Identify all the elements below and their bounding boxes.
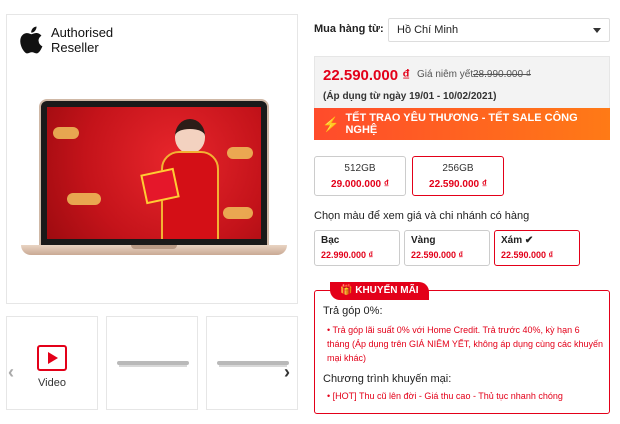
product-page: Authorised Reseller Video ‹ › Mua hàng t… <box>0 0 620 424</box>
laptop-lid <box>39 99 269 247</box>
color-option-gold[interactable]: Vàng 22.590.000 ₫ <box>404 230 490 266</box>
option-name: 512GB <box>344 163 376 174</box>
cloud-decoration <box>53 127 79 139</box>
promo-tradein-detail[interactable]: • [HOT] Thu cũ lên đời - Giá thu cao - T… <box>327 391 563 401</box>
price-box: 22.590.000 ₫ Giá niêm yết : 28.990.000 ₫… <box>314 56 610 108</box>
sale-price: 22.590.000 ₫ <box>323 67 410 84</box>
promo-heading-installment: Trả góp 0%: <box>323 305 383 317</box>
reseller-line-1: Authorised <box>51 25 114 40</box>
laptop-side-image <box>217 361 289 367</box>
video-label: Video <box>38 377 66 389</box>
model-head <box>175 119 205 153</box>
main-product-image[interactable]: Authorised Reseller <box>6 14 298 304</box>
color-select-label: Chọn màu để xem giá và chi nhánh có hàng <box>314 210 530 222</box>
color-option-silver[interactable]: Bạc 22.990.000 ₫ <box>314 230 400 266</box>
color-name: Bạc <box>321 235 340 246</box>
chevron-right-icon[interactable]: › <box>284 362 290 383</box>
color-name: Xám ✔ <box>501 235 534 246</box>
promotion-box: Trả góp 0%: • Trả góp lãi suất 0% với Ho… <box>314 290 610 414</box>
chevron-down-icon <box>593 28 601 33</box>
laptop-screen-wallpaper <box>47 107 261 239</box>
laptop-side-image <box>117 361 189 367</box>
macbook-laptop-image <box>21 99 287 263</box>
reseller-line-2: Reseller <box>51 40 99 55</box>
price-apply-note: (Áp dụng từ ngày 19/01 - 10/02/2021) <box>323 91 497 102</box>
color-option-gray[interactable]: Xám ✔ 22.590.000 ₫ <box>494 230 580 266</box>
thumbnail-side-view-1[interactable] <box>106 316 198 410</box>
storage-option-256gb[interactable]: 256GB 22.590.000 ₫ <box>412 156 504 196</box>
tet-sale-banner[interactable]: ⚡ TẾT TRAO YÊU THƯƠNG - TẾT SALE CÔNG NG… <box>314 108 610 140</box>
store-label: Mua hàng từ: <box>314 23 384 35</box>
cloud-decoration <box>227 147 253 159</box>
cloud-decoration <box>67 193 101 205</box>
tet-banner-text: TẾT TRAO YÊU THƯƠNG - TẾT SALE CÔNG NGHỆ <box>345 112 578 136</box>
store-select[interactable]: Hồ Chí Minh <box>388 18 610 42</box>
promotion-tab: 🎁 KHUYẾN MÃI <box>330 282 429 300</box>
color-price: 22.590.000 ₫ <box>501 250 554 260</box>
store-select-value: Hồ Chí Minh <box>397 24 459 36</box>
option-price: 29.000.000 ₫ <box>331 179 389 190</box>
color-name: Vàng <box>411 235 436 246</box>
apple-logo-icon <box>20 26 43 54</box>
color-price: 22.590.000 ₫ <box>411 250 464 260</box>
apple-authorised-reseller-badge: Authorised Reseller <box>17 25 113 55</box>
storage-option-512gb[interactable]: 512GB 29.000.000 ₫ <box>314 156 406 196</box>
color-price: 22.990.000 ₫ <box>321 250 374 260</box>
laptop-notch <box>131 245 177 249</box>
video-play-icon <box>37 345 67 371</box>
promo-installment-detail[interactable]: • Trả góp lãi suất 0% với Home Credit. T… <box>327 323 603 365</box>
reseller-text: Authorised Reseller <box>51 25 113 55</box>
list-price: 28.990.000 ₫ <box>473 69 531 80</box>
list-price-label: Giá niêm yết : <box>417 69 479 80</box>
option-name: 256GB <box>442 163 474 174</box>
thumbnail-video[interactable]: Video <box>6 316 98 410</box>
store-select-row: Mua hàng từ: Hồ Chí Minh <box>314 18 610 42</box>
cloud-decoration <box>223 207 253 219</box>
lightning-icon: ⚡ <box>322 115 340 132</box>
option-price: 22.590.000 ₫ <box>429 179 487 190</box>
chevron-left-icon[interactable]: ‹ <box>8 362 14 383</box>
promo-heading-program: Chương trình khuyến mại: <box>323 373 452 385</box>
